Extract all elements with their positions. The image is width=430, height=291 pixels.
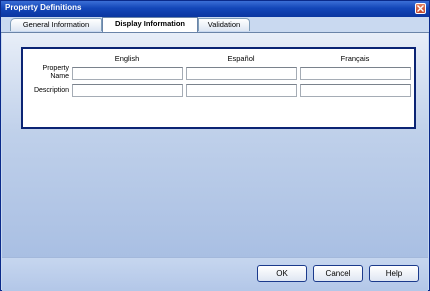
tab-general-information[interactable]: General Information xyxy=(10,18,102,31)
property-name-label-line1: Property xyxy=(42,65,69,72)
property-name-english-input[interactable] xyxy=(72,67,183,80)
tab-validation[interactable]: Validation xyxy=(198,18,250,31)
close-button[interactable] xyxy=(415,3,426,14)
title-bar[interactable]: Property Definitions xyxy=(1,1,429,17)
property-name-label: Property Name xyxy=(43,65,69,81)
button-bar: OK Cancel Help xyxy=(2,257,428,291)
description-espanol-input[interactable] xyxy=(186,84,297,97)
description-francais-input[interactable] xyxy=(300,84,411,97)
display-information-panel: English Español Français Property Name D… xyxy=(21,47,416,129)
cancel-button[interactable]: Cancel xyxy=(313,265,363,282)
column-header-english: English xyxy=(114,54,140,63)
window-title: Property Definitions xyxy=(5,3,82,12)
tab-content: English Español Français Property Name D… xyxy=(2,33,428,257)
description-label: Description xyxy=(33,87,69,94)
column-header-espanol: Español xyxy=(227,54,255,63)
help-button[interactable]: Help xyxy=(369,265,419,282)
tab-display-information[interactable]: Display Information xyxy=(102,17,198,32)
property-name-label-line2: Name xyxy=(50,73,69,80)
column-header-francais: Français xyxy=(340,54,370,63)
ok-button[interactable]: OK xyxy=(257,265,307,282)
close-icon xyxy=(417,5,424,12)
description-english-input[interactable] xyxy=(72,84,183,97)
property-name-francais-input[interactable] xyxy=(300,67,411,80)
tab-strip: General Information Display Information … xyxy=(1,17,429,33)
property-definitions-dialog: Property Definitions General Information… xyxy=(0,0,430,291)
property-name-espanol-input[interactable] xyxy=(186,67,297,80)
